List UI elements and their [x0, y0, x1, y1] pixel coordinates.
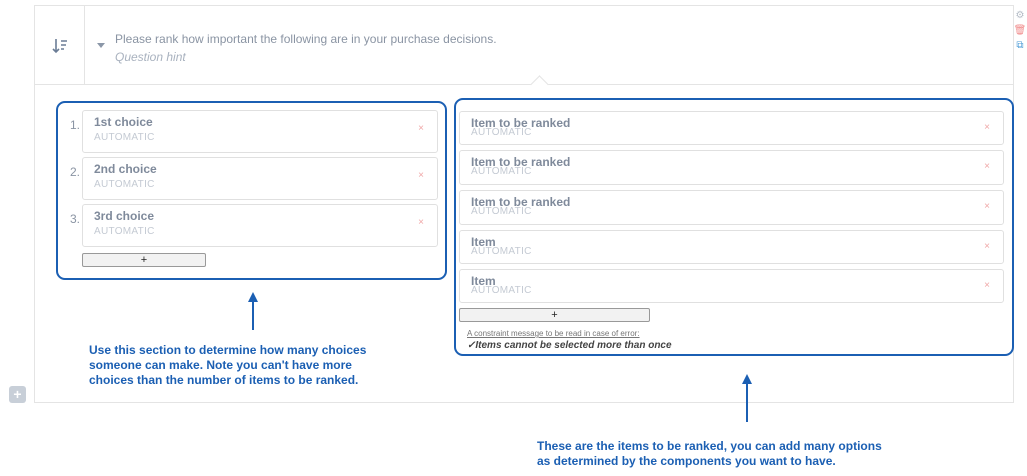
constraint-rule[interactable]: ✓Items cannot be selected more than once: [467, 340, 672, 351]
trash-icon[interactable]: 🗑: [1013, 23, 1027, 38]
right-arrow-shaft: [746, 382, 748, 422]
item-field[interactable]: Item to be ranked AUTOMATIC ×: [459, 190, 1004, 225]
gear-icon[interactable]: ⚙: [1013, 8, 1027, 23]
item-sub: AUTOMATIC: [471, 285, 532, 296]
item-field[interactable]: Item to be ranked AUTOMATIC ×: [459, 111, 1004, 145]
choice-sub: AUTOMATIC: [94, 132, 155, 143]
left-arrow-shaft: [252, 300, 254, 330]
choice-field[interactable]: 3rd choice AUTOMATIC ×: [82, 204, 438, 247]
add-item-button[interactable]: +: [459, 308, 650, 322]
choice-sub: AUTOMATIC: [94, 226, 155, 237]
add-choice-button[interactable]: +: [82, 253, 206, 267]
item-field[interactable]: Item AUTOMATIC ×: [459, 230, 1004, 264]
remove-choice-icon[interactable]: ×: [418, 170, 424, 181]
left-annotation-line: someone can make. Note you can't have mo…: [89, 358, 352, 372]
item-field[interactable]: Item to be ranked AUTOMATIC ×: [459, 150, 1004, 185]
choice-label[interactable]: 2nd choice: [94, 162, 157, 176]
remove-item-icon[interactable]: ×: [984, 241, 990, 252]
choice-number: 3.: [69, 212, 80, 226]
choice-number: 1.: [69, 118, 80, 132]
remove-item-icon[interactable]: ×: [984, 122, 990, 133]
remove-choice-icon[interactable]: ×: [418, 217, 424, 228]
constraint-message[interactable]: A constraint message to be read in case …: [467, 329, 640, 338]
item-sub: AUTOMATIC: [471, 206, 532, 217]
remove-choice-icon[interactable]: ×: [418, 123, 424, 134]
question-hint[interactable]: Question hint: [115, 50, 186, 64]
choice-sub: AUTOMATIC: [94, 179, 155, 190]
choice-label[interactable]: 3rd choice: [94, 209, 154, 223]
left-annotation-line: choices than the number of items to be r…: [89, 373, 359, 387]
choice-row: 3. 3rd choice AUTOMATIC ×: [62, 204, 440, 247]
choice-number: 2.: [69, 165, 80, 179]
add-question-button[interactable]: +: [9, 386, 26, 403]
item-field[interactable]: Item AUTOMATIC ×: [459, 269, 1004, 303]
left-annotation: Use this section to determine how many c…: [89, 343, 366, 388]
choice-field[interactable]: 2nd choice AUTOMATIC ×: [82, 157, 438, 200]
rank-question-icon: [35, 6, 85, 85]
left-annotation-line: Use this section to determine how many c…: [89, 343, 367, 357]
collapse-caret-icon[interactable]: [97, 43, 105, 48]
choice-row: 1. 1st choice AUTOMATIC ×: [62, 110, 440, 153]
question-label[interactable]: Please rank how important the following …: [115, 32, 497, 46]
question-actions: ⚙ 🗑 ⧉: [1013, 8, 1027, 53]
item-sub: AUTOMATIC: [471, 127, 532, 138]
right-annotation-line: as determined by the components you want…: [537, 454, 836, 468]
right-annotation: These are the items to be ranked, you ca…: [537, 439, 882, 469]
item-sub: AUTOMATIC: [471, 166, 532, 177]
choice-row: 2. 2nd choice AUTOMATIC ×: [62, 157, 440, 200]
copy-icon[interactable]: ⧉: [1013, 38, 1027, 53]
remove-item-icon[interactable]: ×: [984, 161, 990, 172]
remove-item-icon[interactable]: ×: [984, 280, 990, 291]
choice-label[interactable]: 1st choice: [94, 115, 153, 129]
right-annotation-line: These are the items to be ranked, you ca…: [537, 439, 882, 453]
question-header: Please rank how important the following …: [35, 6, 1013, 85]
remove-item-icon[interactable]: ×: [984, 201, 990, 212]
choice-field[interactable]: 1st choice AUTOMATIC ×: [82, 110, 438, 153]
item-sub: AUTOMATIC: [471, 246, 532, 257]
